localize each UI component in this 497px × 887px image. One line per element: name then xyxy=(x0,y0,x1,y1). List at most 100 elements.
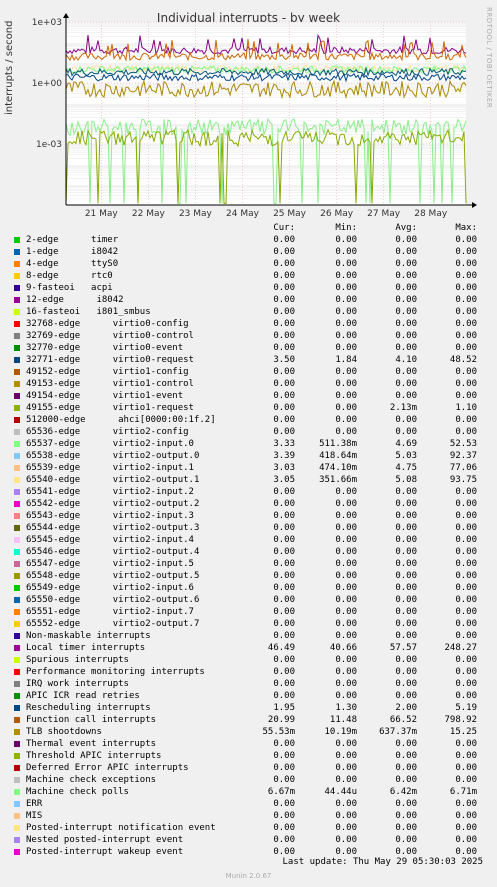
legend-swatch xyxy=(14,645,20,651)
legend-row: Threshold APIC interrupts 0.00 0.00 0.00 0.0… xyxy=(0,751,497,763)
legend-max: 0.00 xyxy=(455,331,477,341)
legend-row: APIC ICR read retries 0.00 0.00 0.00 0.00 xyxy=(0,691,497,703)
legend-max: 0.00 xyxy=(455,535,477,545)
legend-max: 77.06 xyxy=(449,463,477,473)
legend-swatch xyxy=(14,345,20,351)
y-tick-label: 1e-03 xyxy=(36,140,62,150)
legend-swatch xyxy=(14,753,20,759)
legend-max: 0.00 xyxy=(455,547,477,557)
legend-cur: 0.00 xyxy=(273,247,295,257)
legend-swatch xyxy=(14,621,20,627)
legend-max: 0.00 xyxy=(455,487,477,497)
legend-row: 65548-edge virtio2-output.5 0.00 0.00 0.00 0… xyxy=(0,571,497,583)
legend-cur: 0.00 xyxy=(273,811,295,821)
legend-label: 49153-edge virtio1-control xyxy=(26,379,194,389)
legend-label: 32770-edge virtio0-event xyxy=(26,343,184,353)
legend-cur: 3.05 xyxy=(273,475,295,485)
legend-row: TLB shootdowns 55.53m 10.19m 637.37m 15.25 xyxy=(0,727,497,739)
legend-swatch xyxy=(14,477,20,483)
legend-max: 0.00 xyxy=(455,379,477,389)
legend-max: 0.00 xyxy=(455,619,477,629)
legend-row: 65551-edge virtio2-input.7 0.00 0.00 0.00 0.… xyxy=(0,607,497,619)
legend-row: 65544-edge virtio2-output.3 0.00 0.00 0.00 0… xyxy=(0,523,497,535)
legend-cur: 0.00 xyxy=(273,763,295,773)
legend-row: 8-edge rtc0 0.00 0.00 0.00 0.00 xyxy=(0,271,497,283)
legend-cur: 20.99 xyxy=(267,715,295,725)
legend-label: Nested posted-interrupt event xyxy=(26,835,184,845)
legend-label: Non-maskable interrupts xyxy=(26,631,151,641)
legend-max: 0.00 xyxy=(455,367,477,377)
legend-max: 0.00 xyxy=(455,751,477,761)
legend-cur: 0.00 xyxy=(273,571,295,581)
legend-label: 49155-edge virtio1-request xyxy=(26,403,194,413)
legend-header-max: Max: xyxy=(455,223,477,233)
legend-label: 65537-edge virtio2-input.0 xyxy=(26,439,194,449)
legend-row: 9-fasteoi acpi 0.00 0.00 0.00 0.00 xyxy=(0,283,497,295)
legend-max: 0.00 xyxy=(455,679,477,689)
legend-label: 32771-edge virtio0-request xyxy=(26,355,194,365)
legend-cur: 46.49 xyxy=(267,643,295,653)
y-axis-arrow xyxy=(63,13,69,18)
legend-cur: 0.00 xyxy=(273,295,295,305)
legend-cur: 0.00 xyxy=(273,319,295,329)
legend-row: Function call interrupts 20.99 11.48 66.52 7… xyxy=(0,715,497,727)
legend-row: IRQ work interrupts 0.00 0.00 0.00 0.00 xyxy=(0,679,497,691)
legend-swatch xyxy=(14,801,20,807)
legend-swatch xyxy=(14,561,20,567)
legend-row: 32768-edge virtio0-config 0.00 0.00 0.00 0.0… xyxy=(0,319,497,331)
legend-cur: 0.00 xyxy=(273,667,295,677)
legend-cur: 0.00 xyxy=(273,559,295,569)
legend-row: Posted-interrupt notification event 0.00 0… xyxy=(0,823,497,835)
legend-max: 0.00 xyxy=(455,667,477,677)
legend-max: 0.00 xyxy=(455,391,477,401)
legend-label: TLB shootdowns xyxy=(26,727,102,737)
legend-row: 16-fasteoi i801_smbus 0.00 0.00 0.00 0.00 xyxy=(0,307,497,319)
legend-row: 65541-edge virtio2-input.2 0.00 0.00 0.00 0.… xyxy=(0,487,497,499)
legend-label: 2-edge timer xyxy=(26,235,119,245)
legend-label: 32768-edge virtio0-config xyxy=(26,319,189,329)
legend-label: 65539-edge virtio2-input.1 xyxy=(26,463,194,473)
legend-cur: 0.00 xyxy=(273,847,295,857)
legend-label: 8-edge rtc0 xyxy=(26,271,113,281)
legend-swatch xyxy=(14,273,20,279)
legend-max: 0.00 xyxy=(455,427,477,437)
legend-swatch xyxy=(14,573,20,579)
legend-label: IRQ work interrupts xyxy=(26,679,129,689)
legend-label: 12-edge i8042 xyxy=(26,295,124,305)
legend-cur: 0.00 xyxy=(273,655,295,665)
legend-cur: 6.67m xyxy=(267,787,295,797)
legend-row: 1-edge i8042 0.00 0.00 0.00 0.00 xyxy=(0,247,497,259)
legend-max: 0.00 xyxy=(455,595,477,605)
legend-label: 512000-edge ahci[0000:00:1f.2] xyxy=(26,415,216,425)
x-tick-label: 23 May xyxy=(179,209,213,219)
legend-cur: 0.00 xyxy=(273,343,295,353)
legend-swatch xyxy=(14,585,20,591)
legend-swatch xyxy=(14,657,20,663)
legend-swatch xyxy=(14,309,20,315)
legend-cur: 0.00 xyxy=(273,391,295,401)
legend-row: 4-edge ttyS0 0.00 0.00 0.00 0.00 xyxy=(0,259,497,271)
legend-cur: 0.00 xyxy=(273,307,295,317)
legend-cur: 0.00 xyxy=(273,619,295,629)
legend-cur: 0.00 xyxy=(273,283,295,293)
legend-row: 65536-edge virtio2-config 0.00 0.00 0.00 0.0… xyxy=(0,427,497,439)
legend-swatch xyxy=(14,717,20,723)
legend-swatch xyxy=(14,417,20,423)
legend-row: 65543-edge virtio2-input.3 0.00 0.00 0.00 0.… xyxy=(0,511,497,523)
legend-label: 65548-edge virtio2-output.5 xyxy=(26,571,200,581)
legend-swatch xyxy=(14,489,20,495)
legend-label: 1-edge i8042 xyxy=(26,247,119,257)
legend-swatch xyxy=(14,777,20,783)
legend-label: 65538-edge virtio2-output.0 xyxy=(26,451,200,461)
legend-max: 0.00 xyxy=(455,499,477,509)
legend-label: 65551-edge virtio2-input.7 xyxy=(26,607,194,617)
legend-label: 65549-edge virtio2-input.6 xyxy=(26,583,194,593)
x-tick-label: 24 May xyxy=(226,209,260,219)
legend-max: 15.25 xyxy=(449,727,477,737)
legend-cur: 3.03 xyxy=(273,463,295,473)
legend-swatch xyxy=(14,321,20,327)
legend-max: 0.00 xyxy=(455,295,477,305)
legend-cur: 0.00 xyxy=(273,631,295,641)
legend-max: 0.00 xyxy=(455,559,477,569)
legend-swatch xyxy=(14,513,20,519)
